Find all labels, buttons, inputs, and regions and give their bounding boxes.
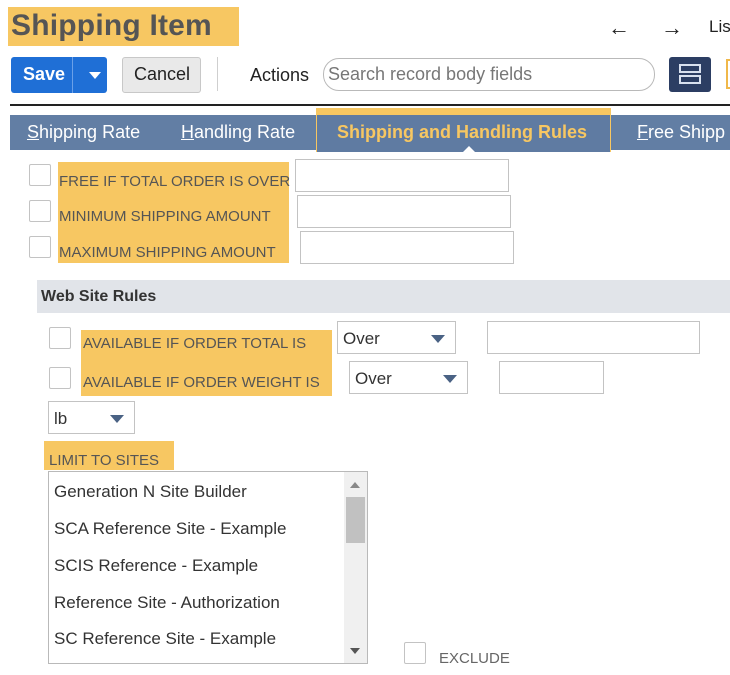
save-button[interactable]: Save (11, 57, 107, 93)
tab-free-shipping[interactable]: Free Shipp (637, 122, 725, 143)
tab-shipping-rate-label: hipping Rate (39, 122, 141, 142)
order-weight-value-field[interactable] (499, 361, 604, 394)
list-item[interactable]: SCIS Reference - Example (54, 556, 258, 576)
cancel-button[interactable]: Cancel (122, 57, 201, 93)
layout-icon-top (679, 64, 701, 73)
search-input[interactable] (323, 58, 655, 91)
exclude-label: EXCLUDE (439, 650, 510, 667)
left-arrow-icon[interactable]: ← (608, 17, 630, 39)
list-item[interactable]: Reference Site - Authorization (54, 593, 280, 613)
free-if-total-order-checkbox[interactable] (29, 164, 51, 186)
cut-off-highlight (726, 59, 730, 89)
list-item[interactable]: SC Reference Site - Example (54, 629, 276, 649)
tab-handling-rate[interactable]: Handling Rate (181, 122, 295, 143)
active-tab-indicator (462, 146, 476, 153)
tab-shipping-rate[interactable]: Shipping Rate (27, 122, 140, 143)
maximum-shipping-field[interactable] (300, 231, 514, 264)
free-if-total-order-field[interactable] (295, 159, 509, 192)
save-button-label: Save (23, 64, 66, 84)
order-total-label: AVAILABLE IF ORDER TOTAL IS (83, 335, 307, 352)
chevron-down-icon (110, 415, 124, 423)
order-weight-label: AVAILABLE IF ORDER WEIGHT IS (83, 374, 320, 391)
order-total-checkbox[interactable] (49, 327, 71, 349)
save-button-divider (72, 57, 73, 93)
chevron-down-icon[interactable] (89, 72, 101, 79)
page-title-highlight: Shipping Item (8, 7, 239, 46)
order-weight-operator-select[interactable]: Over (349, 361, 468, 394)
layout-toggle-button[interactable] (669, 57, 711, 92)
chevron-down-icon (443, 375, 457, 383)
maximum-shipping-label: MAXIMUM SHIPPING AMOUNT (59, 244, 276, 261)
scrollbar-thumb[interactable] (346, 497, 365, 543)
minimum-shipping-field[interactable] (297, 195, 511, 228)
page-title: Shipping Item (11, 9, 212, 42)
order-total-operator-select[interactable]: Over (337, 321, 456, 354)
maximum-shipping-checkbox[interactable] (29, 236, 51, 258)
weight-unit-value: lb (54, 409, 68, 428)
weight-unit-select[interactable]: lb (48, 401, 135, 434)
cancel-button-label: Cancel (134, 64, 191, 84)
tab-free-shipping-accesskey: F (637, 122, 648, 142)
layout-icon-bottom (679, 75, 701, 84)
limit-to-sites-label: LIMIT TO SITES (49, 452, 160, 469)
order-total-value-field[interactable] (487, 321, 700, 354)
minimum-shipping-checkbox[interactable] (29, 200, 51, 222)
actions-menu[interactable]: Actions (250, 65, 309, 86)
chevron-down-icon (431, 335, 445, 343)
minimum-shipping-label: MINIMUM SHIPPING AMOUNT (59, 208, 271, 225)
free-if-total-order-label: FREE IF TOTAL ORDER IS OVER (59, 173, 291, 190)
list-item[interactable]: Generation N Site Builder (54, 482, 247, 502)
scroll-down-icon[interactable] (350, 648, 360, 654)
tab-shipping-rate-accesskey: S (27, 122, 40, 142)
right-arrow-icon[interactable]: → (661, 17, 683, 39)
exclude-checkbox[interactable] (404, 642, 426, 664)
tab-free-shipping-label: ree Shipp (648, 122, 726, 142)
order-weight-operator-value: Over (355, 369, 392, 388)
limit-to-sites-listbox[interactable]: Generation N Site Builder SCA Reference … (48, 471, 368, 664)
tab-shipping-and-handling-rules-label[interactable]: Shipping and Handling Rules (337, 122, 587, 143)
order-total-operator-value: Over (343, 329, 380, 348)
web-site-rules-header[interactable]: Web Site Rules (37, 280, 730, 313)
scroll-up-icon[interactable] (350, 482, 360, 488)
toolbar-divider (217, 57, 218, 91)
tab-handling-rate-accesskey: H (181, 122, 194, 142)
web-site-rules-title: Web Site Rules (41, 288, 157, 305)
listbox-scrollbar[interactable] (344, 472, 367, 663)
list-item[interactable]: SCA Reference Site - Example (54, 519, 286, 539)
order-weight-checkbox[interactable] (49, 367, 71, 389)
tab-handling-rate-label: andling Rate (194, 122, 296, 142)
header-divider (10, 104, 730, 106)
list-link[interactable]: Lis (709, 17, 730, 37)
